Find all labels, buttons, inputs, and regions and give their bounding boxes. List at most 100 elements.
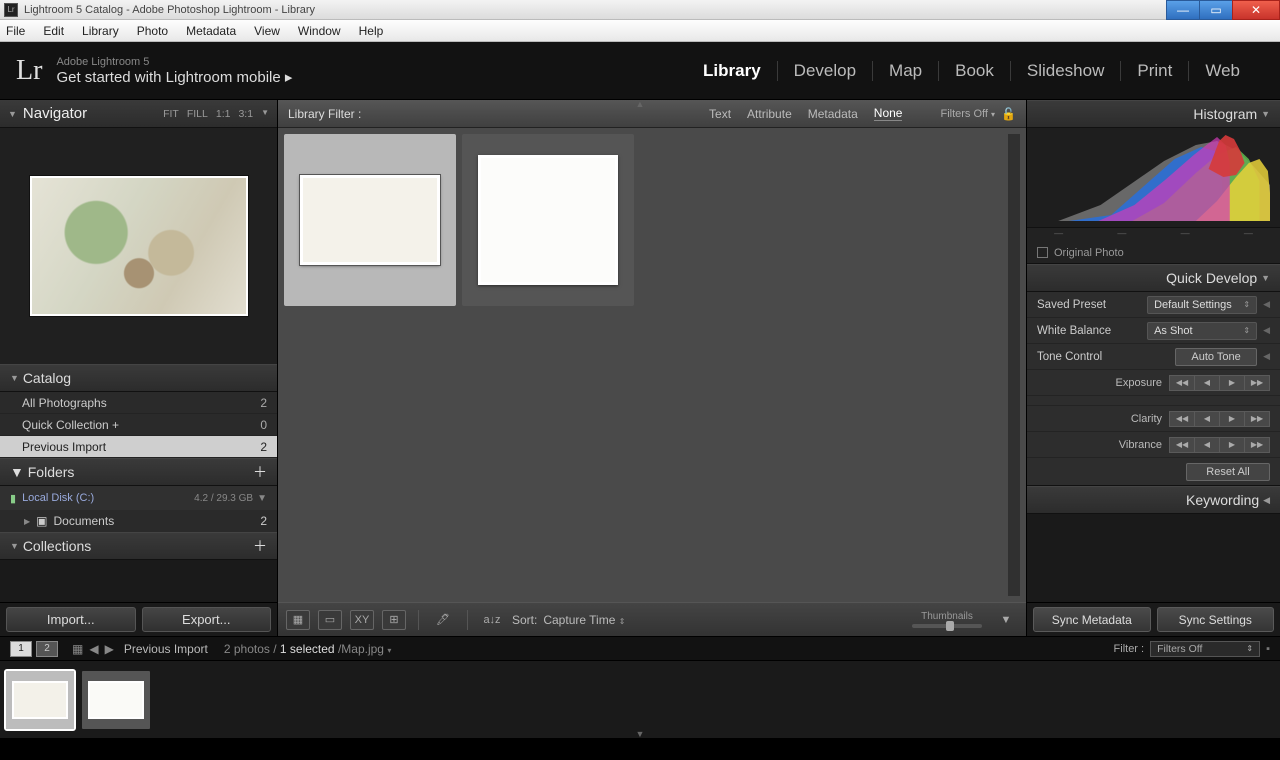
vibrance-inc2[interactable]: ▶▶ — [1244, 437, 1270, 453]
menu-file[interactable]: File — [6, 24, 25, 38]
exposure-inc[interactable]: ▶ — [1219, 375, 1245, 391]
qd-saved-preset: Saved Preset Default Settings⇕ ◀ — [1027, 292, 1280, 318]
filmstrip-cell[interactable] — [82, 671, 150, 729]
original-photo-toggle[interactable]: Original Photo — [1027, 242, 1280, 264]
view-grid-icon[interactable]: ▦ — [286, 610, 310, 630]
sort-value[interactable]: Capture Time ⇕ — [543, 613, 625, 627]
menu-metadata[interactable]: Metadata — [186, 24, 236, 38]
histogram-header[interactable]: Histogram ▼ — [1027, 100, 1280, 128]
zoom-menu-icon[interactable]: ▼ — [261, 108, 269, 120]
brand-line2[interactable]: Get started with Lightroom mobile ▸ — [56, 68, 292, 86]
chevron-left-icon[interactable]: ◀ — [1263, 325, 1270, 336]
sync-settings-button[interactable]: Sync Settings — [1157, 607, 1275, 632]
thumbnail-size-slider[interactable]: Thumbnails — [912, 611, 982, 628]
catalog-all-photographs[interactable]: All Photographs 2 — [0, 392, 277, 414]
view-compare-icon[interactable]: XY — [350, 610, 374, 630]
module-book[interactable]: Book — [938, 61, 1010, 81]
clarity-dec[interactable]: ◀ — [1194, 411, 1220, 427]
filmstrip-cell[interactable] — [6, 671, 74, 729]
filter-tab-metadata[interactable]: Metadata — [808, 107, 858, 121]
clarity-inc2[interactable]: ▶▶ — [1244, 411, 1270, 427]
view-loupe-icon[interactable]: ▭ — [318, 610, 342, 630]
catalog-previous-import[interactable]: Previous Import 2 — [0, 436, 277, 458]
status-source[interactable]: Previous Import — [124, 642, 208, 656]
chevron-down-icon: ▼ — [10, 373, 19, 383]
collections-header[interactable]: ▼ Collections ＋ — [0, 532, 277, 560]
exposure-dec[interactable]: ◀ — [1194, 375, 1220, 391]
folder-documents[interactable]: ▶ ▣ Documents 2 — [0, 510, 277, 532]
menu-help[interactable]: Help — [359, 24, 384, 38]
quick-develop-header[interactable]: Quick Develop ▼ — [1027, 264, 1280, 292]
filter-state[interactable]: Filters Off ▾ — [940, 108, 995, 120]
painter-icon[interactable]: 🖊 — [431, 610, 455, 630]
chevron-left-icon[interactable]: ◀ — [1263, 299, 1270, 310]
menu-library[interactable]: Library — [82, 24, 119, 38]
right-panel: Histogram ▼ ———— Original Photo Quick De… — [1026, 100, 1280, 636]
zoom-fill[interactable]: FILL — [187, 108, 208, 120]
catalog-header[interactable]: ▼ Catalog — [0, 364, 277, 392]
nav-fwd-icon[interactable]: ▶ — [105, 642, 114, 656]
status-filter-select[interactable]: Filters Off⇕ — [1150, 641, 1260, 657]
menu-photo[interactable]: Photo — [137, 24, 168, 38]
clarity-dec2[interactable]: ◀◀ — [1169, 411, 1195, 427]
qd-clarity: Clarity ◀◀◀▶▶▶ — [1027, 406, 1280, 432]
logo: Lr — [16, 55, 42, 87]
menu-window[interactable]: Window — [298, 24, 341, 38]
panel-grip-top[interactable]: ▲ — [636, 99, 645, 109]
filter-tab-none[interactable]: None — [874, 106, 903, 121]
module-slideshow[interactable]: Slideshow — [1010, 61, 1121, 81]
secondary-display-1[interactable]: 1 — [10, 641, 32, 657]
view-survey-icon[interactable]: ⊞ — [382, 610, 406, 630]
panel-grip-bottom[interactable]: ▼ — [636, 729, 645, 739]
import-button[interactable]: Import... — [6, 607, 136, 632]
reset-all-button[interactable]: Reset All — [1186, 463, 1270, 481]
navigator-preview[interactable] — [0, 128, 277, 364]
grid-scrollbar[interactable] — [1008, 134, 1020, 596]
exposure-dec2[interactable]: ◀◀ — [1169, 375, 1195, 391]
saved-preset-select[interactable]: Default Settings⇕ — [1147, 296, 1257, 314]
add-folder-icon[interactable]: ＋ — [253, 462, 267, 482]
zoom-1to1[interactable]: 1:1 — [216, 108, 231, 120]
grid-small-icon[interactable]: ▦ — [72, 642, 83, 656]
close-button[interactable]: ✕ — [1232, 0, 1280, 20]
navigator-header[interactable]: ▼ Navigator FIT FILL 1:1 3:1 ▼ — [0, 100, 277, 128]
module-develop[interactable]: Develop — [777, 61, 872, 81]
module-print[interactable]: Print — [1120, 61, 1188, 81]
add-collection-icon[interactable]: ＋ — [253, 536, 267, 556]
chevron-left-icon[interactable]: ◀ — [1263, 351, 1270, 362]
vibrance-dec2[interactable]: ◀◀ — [1169, 437, 1195, 453]
module-web[interactable]: Web — [1188, 61, 1256, 81]
grid-cell[interactable] — [462, 134, 634, 306]
maximize-button[interactable]: ▭ — [1199, 0, 1233, 20]
catalog-quick-collection[interactable]: Quick Collection + 0 — [0, 414, 277, 436]
secondary-display-2[interactable]: 2 — [36, 641, 58, 657]
keywording-header[interactable]: Keywording ◀ — [1027, 486, 1280, 514]
exposure-inc2[interactable]: ▶▶ — [1244, 375, 1270, 391]
filter-tab-text[interactable]: Text — [709, 107, 731, 121]
menu-view[interactable]: View — [254, 24, 280, 38]
white-balance-select[interactable]: As Shot⇕ — [1147, 322, 1257, 340]
export-button[interactable]: Export... — [142, 607, 272, 632]
module-library[interactable]: Library — [687, 61, 777, 81]
sort-direction-icon[interactable]: a↓z — [480, 610, 504, 630]
clarity-inc[interactable]: ▶ — [1219, 411, 1245, 427]
sync-metadata-button[interactable]: Sync Metadata — [1033, 607, 1151, 632]
volume-local-disk[interactable]: ▮ Local Disk (C:) 4.2 / 29.3 GB▼ — [0, 486, 277, 510]
grid-cell-selected[interactable] — [284, 134, 456, 306]
menu-edit[interactable]: Edit — [43, 24, 64, 38]
zoom-fit[interactable]: FIT — [163, 108, 179, 120]
module-map[interactable]: Map — [872, 61, 938, 81]
nav-back-icon[interactable]: ◀ — [89, 642, 98, 656]
zoom-3to1[interactable]: 3:1 — [238, 108, 253, 120]
toolbar-menu-icon[interactable]: ▼ — [994, 610, 1018, 630]
filter-switch-icon[interactable]: ▪ — [1266, 643, 1270, 655]
filter-tab-attribute[interactable]: Attribute — [747, 107, 792, 121]
vibrance-dec[interactable]: ◀ — [1194, 437, 1220, 453]
lock-icon[interactable]: 🔓 — [1001, 107, 1016, 121]
chevron-down-icon[interactable]: ▼ — [257, 493, 267, 504]
vibrance-inc[interactable]: ▶ — [1219, 437, 1245, 453]
auto-tone-button[interactable]: Auto Tone — [1175, 348, 1257, 366]
status-count: 2 photos / 1 selected /Map.jpg ▾ — [224, 642, 392, 656]
folders-header[interactable]: ▼ Folders ＋ — [0, 458, 277, 486]
minimize-button[interactable]: — — [1166, 0, 1200, 20]
